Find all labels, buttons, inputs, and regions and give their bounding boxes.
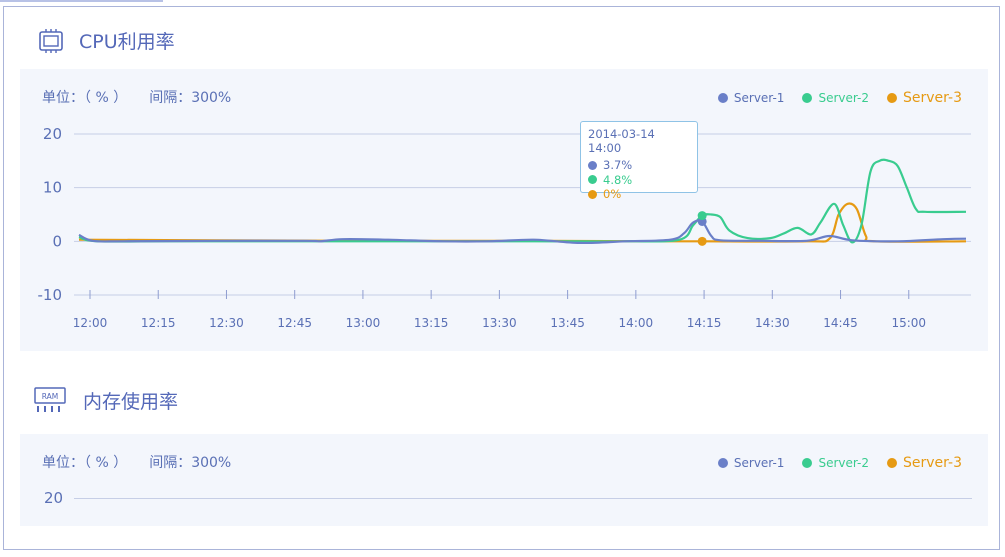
x-tick-label-1: 12:15 [141,316,176,330]
ram-legend-item-server-3[interactable]: Server-3 [887,455,962,471]
ram-legend-dot-server-2 [802,458,813,468]
ram-unit-label: 单位：（ % ） [42,455,128,471]
ram-module-icon: RAM [34,387,66,412]
x-tick-label-3: 12:45 [277,316,312,330]
x-tick-label-5: 13:15 [414,316,449,330]
ram-y-tick-label: 20 [44,489,64,507]
x-tick-label-10: 14:30 [755,316,790,330]
x-tick-label-11: 14:45 [823,316,858,330]
x-tick-label-9: 14:15 [687,316,722,330]
y-tick-label-10: 10 [43,179,62,197]
ram-legend-item-server-1[interactable]: Server-1 [717,456,785,470]
ram-section-title: 内存使用率 [83,390,179,413]
tooltip-row-server-1: 3.7% [588,158,690,173]
y-tick-label-0: 0 [52,232,62,250]
ram-legend-dot-server-3 [887,458,898,468]
x-tick-label-4: 13:00 [346,316,381,330]
ram-chart-panel: 单位：（ % ） 间隔：300% Server-1 Server-2 Server… [20,434,988,526]
x-tick-label-8: 14:00 [619,316,654,330]
ram-legend-label-server-2: Server-2 [818,456,870,470]
ram-legend-item-server-2[interactable]: Server-2 [802,456,869,470]
x-tick-label-2: 12:30 [209,316,244,330]
x-tick-label-6: 13:30 [482,316,517,330]
ram-meta: 单位：（ % ） 间隔：300% [42,452,231,472]
tooltip-dot-server-2 [588,175,597,185]
tooltip-dot-server-1 [588,160,597,170]
ram-gridline [74,498,972,499]
tooltip-row-server-3: 0% [588,187,690,202]
ram-legend-label-server-1: Server-1 [733,456,785,470]
tooltip-marker-server-2 [697,211,707,221]
x-tick-label-12: 15:00 [891,316,926,330]
tooltip-value-server-2: 4.8% [603,172,633,187]
tooltip-value-server-3: 0% [603,187,622,202]
y-tick-label-20: 20 [43,125,62,143]
ram-interval-label: 间隔：300% [149,455,232,471]
tooltip-dot-server-3 [588,189,597,199]
ram-section-header: RAM 内存使用率 [33,386,178,414]
ram-legend-label-server-3: Server-3 [903,455,962,471]
ram-legend-dot-server-1 [717,458,728,468]
tooltip-date: 2014-03-14 14:00 [588,127,655,155]
tooltip-marker-server-3 [697,236,707,246]
chart-tooltip: 2014-03-14 14:00 3.7% 4.8% 0% [580,121,698,201]
ram-icon-text: RAM [42,392,59,401]
cpu-line-chart: 20 10 0 -10 12:00 12:15 12:30 12:45 13:00 13:15 13… [38,125,971,330]
ram-legend: Server-1 Server-2 Server-3 [700,455,962,471]
tooltip-row-server-2: 4.8% [588,173,690,188]
tooltip-value-server-1: 3.7% [603,158,633,173]
x-tick-label-0: 12:00 [73,316,108,330]
x-tick-label-7: 13:45 [550,316,585,330]
y-tick-label--10: -10 [38,286,63,304]
